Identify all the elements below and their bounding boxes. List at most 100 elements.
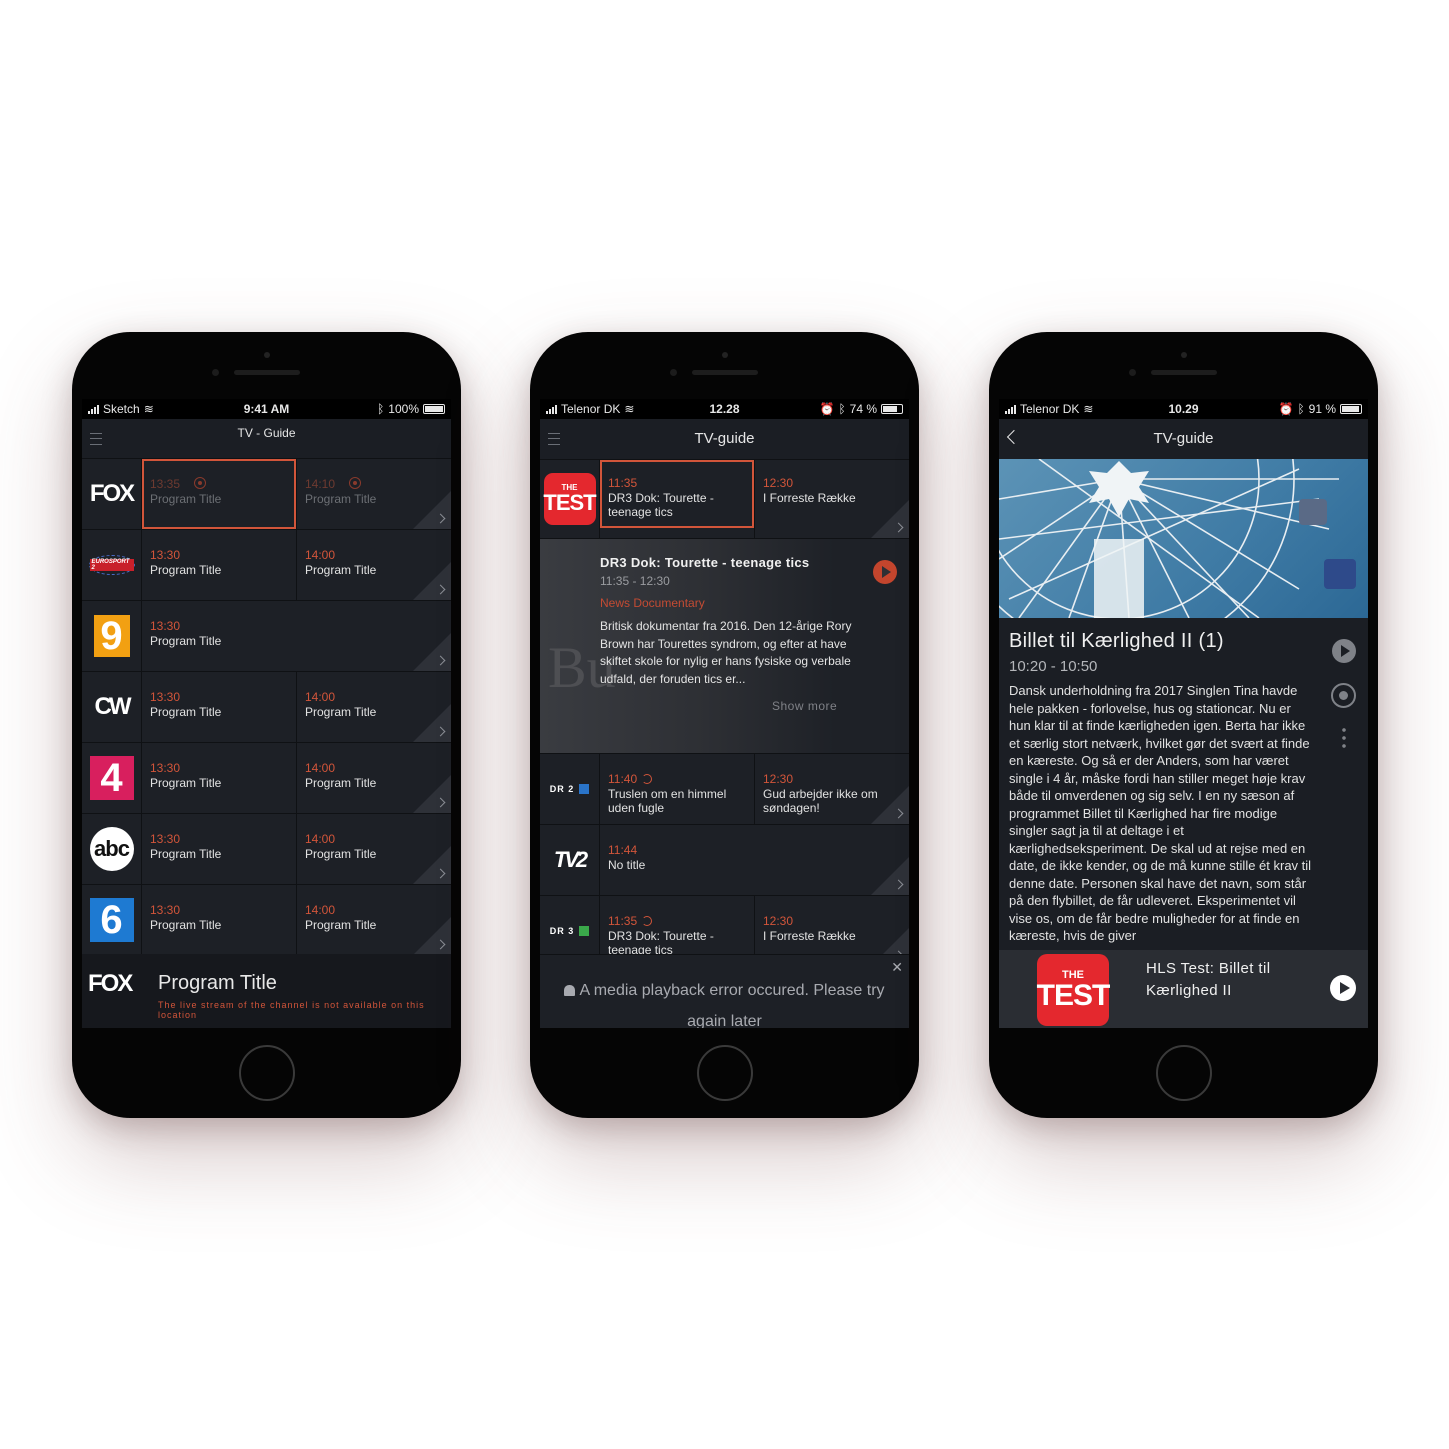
home-button[interactable] [1156,1045,1212,1101]
dr3-logo-text: DR 3 [549,926,575,936]
program-time: 11:40 [608,772,638,786]
program-cell[interactable]: 11:44 No title [600,825,909,895]
program-name: Program Title [150,563,222,577]
dr2-logo: DR 2 [550,784,590,794]
front-camera [722,352,728,358]
program-cell[interactable]: 14:00 Program Title [297,814,451,884]
channel-logo-six[interactable]: 6 [82,885,142,955]
channel-logo-dr2[interactable]: DR 2 [540,754,600,824]
row-more-corner[interactable] [413,491,451,529]
close-icon[interactable]: ✕ [891,959,903,976]
program-time: 13:30 [150,619,181,633]
home-button[interactable] [697,1045,753,1101]
status-bar: Sketch ≋ 9:41 AM ᛒ 100% [82,399,451,419]
channel-logo-cw[interactable]: CW [82,672,142,742]
channel-logo-tv2[interactable]: TV2 [540,825,600,895]
program-time: 13:30 [150,548,181,562]
more-vertical-icon[interactable] [1342,726,1346,748]
battery-icon [881,404,903,414]
program-cell[interactable]: 14:00 Program Title [297,885,451,955]
row-more-corner[interactable] [871,857,909,895]
mini-player-test-logo: THE TEST [1037,954,1110,1026]
program-time: 14:00 [305,903,336,917]
program-time: 11:35 [608,914,638,928]
row-more-corner[interactable] [413,775,451,813]
page-title: TV-guide [694,430,755,447]
program-cell[interactable]: 12:30 I Forreste Række [755,460,909,538]
program-cell[interactable]: 11:40 Truslen om en himmel uden fugle [600,754,755,824]
row-more-corner[interactable] [413,846,451,884]
nav-bar: TV - Guide [82,419,451,459]
program-cell[interactable]: 13:30 Program Title [142,814,297,884]
program-time: 14:00 [305,761,336,775]
channel-logo-nine[interactable]: 9 [82,601,142,671]
program-cell[interactable]: 14:00 Program Title [297,672,451,742]
program-time: 13:30 [150,761,181,775]
program-cell[interactable]: 13:30 Program Title [142,672,297,742]
program-time: 12:30 [763,476,794,490]
channel-logo-four[interactable]: 4 [82,743,142,813]
mini-player-bar[interactable]: FOX Program Title The live stream of the… [82,954,451,1028]
program-cell[interactable]: 14:00 Program Title [297,743,451,813]
replay-icon [642,916,653,926]
proximity-sensor [670,369,677,376]
channel-logo-fox[interactable]: FOX [82,459,142,529]
earpiece-speaker [1151,370,1217,375]
program-cell[interactable]: 14:10 Program Title [297,459,451,529]
play-icon[interactable] [873,560,897,584]
four-logo: 4 [89,756,134,800]
battery-icon [1340,404,1362,414]
row-more-corner[interactable] [413,917,451,955]
program-cell[interactable]: 12:30 Gud arbejder ikke om søndagen! [755,754,909,824]
program-time: 14:00 [305,690,336,704]
front-camera [264,352,270,358]
phone-program-page: Telenor DK ≋ 10.29 ⏰ ᛒ 91 % TV-guide Bil… [989,332,1378,1118]
program-name: Program Title [150,705,222,719]
record-icon[interactable] [1331,683,1356,708]
selected-cell-outline [142,459,296,529]
channel-logo-test[interactable]: THE TEST [540,460,600,538]
phone-guide-detail: Telenor DK ≋ 12.28 ⏰ ᛒ 74 % TV-guide THE TES… [530,332,919,1118]
row-more-corner[interactable] [413,633,451,671]
program-time: 13:30 [150,690,181,704]
dr2-logo-text: DR 2 [549,784,575,794]
row-more-corner[interactable] [871,500,909,538]
channel-row-tv2: TV2 11:44 No title [540,824,909,895]
bluetooth-icon: ᛒ [377,402,385,416]
program-cell[interactable]: 13:30 Program Title [142,530,297,600]
battery-percent: 91 % [1308,402,1336,416]
error-toast: ✕ A media playback error occured. Please… [540,954,909,1028]
bluetooth-icon: ᛒ [1297,402,1305,416]
channel-row-eurosport: EUROSPORT 2 13:30 Program Title 14:00 Prog… [82,529,451,600]
channel-logo-abc[interactable]: abc [82,814,142,884]
program-cell[interactable]: 14:00 Program Title [297,530,451,600]
program-time: 14:10 [305,477,336,491]
page-title: TV - Guide [237,426,296,440]
error-message: A media playback error occured. Please t… [579,982,885,1028]
program-time: 13:30 [150,832,181,846]
nav-bar: TV-guide [540,419,909,459]
program-cell[interactable]: 13:30 Program Title [142,601,451,671]
program-cell[interactable]: 13:30 Program Title [142,743,297,813]
mini-player-bar[interactable]: THE TEST HLS Test: Billet til Kærlighed I… [999,950,1368,1028]
row-more-corner[interactable] [413,704,451,742]
six-logo: 6 [89,898,134,942]
program-name: Program Title [305,563,377,577]
proximity-sensor [212,369,219,376]
program-detail-panel: Bu DR3 Dok: Tourette - teenage tics 11:3… [540,538,909,753]
channel-row-fox: FOX 13:35 Program Title 14:10 Program Titl… [82,458,451,529]
row-more-corner[interactable] [871,786,909,824]
program-time: 14:00 [305,548,336,562]
screen: Telenor DK ≋ 10.29 ⏰ ᛒ 91 % TV-guide Bil… [999,399,1368,1028]
show-more-link[interactable]: Show more [772,699,837,713]
program-name: Program Title [150,634,222,648]
home-button[interactable] [239,1045,295,1101]
play-icon[interactable] [1332,639,1356,663]
program-cell[interactable]: 13:30 Program Title [142,885,297,955]
program-description: Dansk underholdning fra 2017 Singlen Tin… [1009,683,1312,943]
channel-row-six: 6 13:30 Program Title 14:00 Program Title [82,884,451,955]
channel-logo-eurosport[interactable]: EUROSPORT 2 [82,530,142,600]
row-more-corner[interactable] [413,562,451,600]
play-icon[interactable] [1330,975,1356,1001]
player-program-title: Program Title [158,972,277,994]
